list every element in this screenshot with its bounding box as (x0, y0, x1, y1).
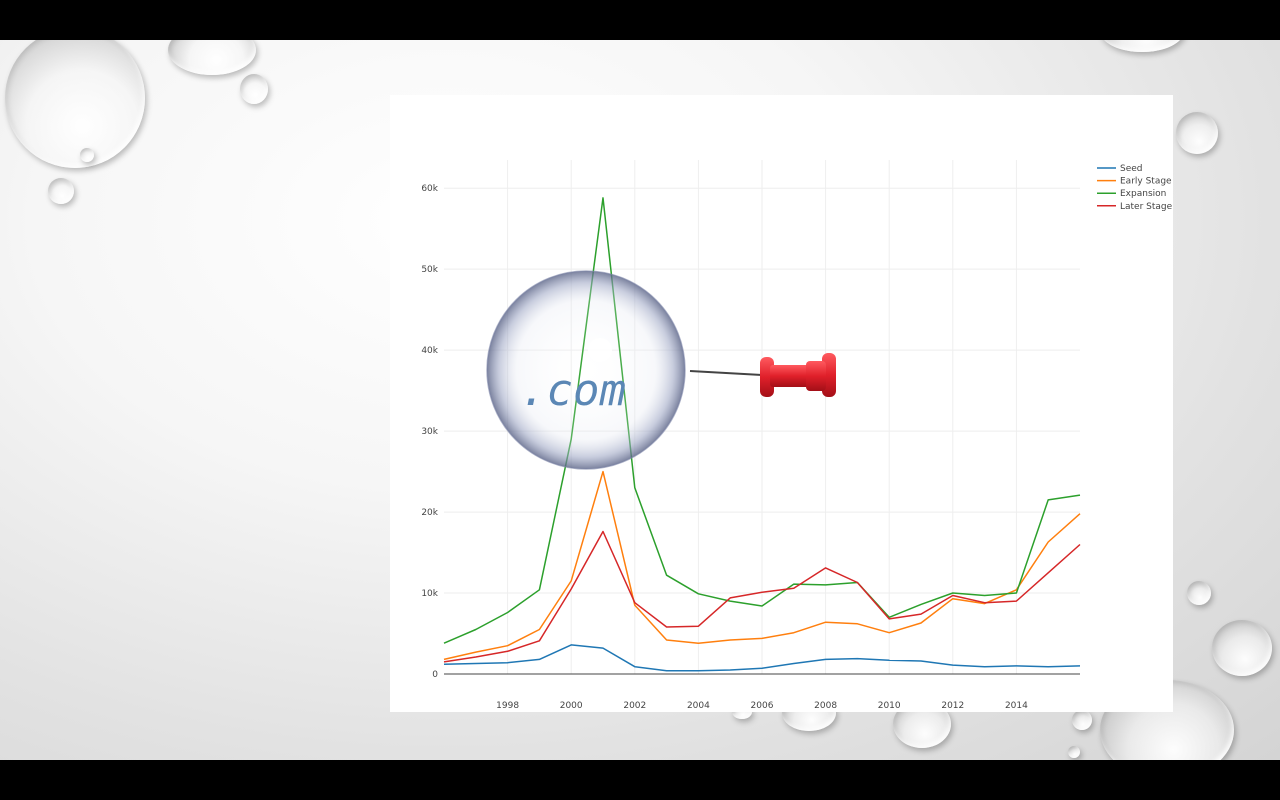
water-drop-decoration (1187, 581, 1211, 605)
dotcom-bubble: .com (486, 270, 686, 470)
water-drop-decoration (168, 40, 256, 75)
water-drop-decoration (80, 148, 94, 162)
legend-label: Later Stage (1120, 202, 1173, 212)
x-tick-label: 2008 (814, 701, 837, 711)
x-tick-label: 2012 (941, 701, 964, 711)
legend: Seed Early Stage Expansion Later Stage (1097, 164, 1173, 212)
water-drop-decoration (5, 40, 145, 168)
x-tick-label: 2006 (751, 701, 774, 711)
axes: 0 10k 20k 30k 40k 50k 60k 1998 2000 2002 2004 2006 2… (421, 184, 1080, 711)
water-drop-decoration (1212, 620, 1272, 676)
water-drop-decoration (240, 74, 268, 104)
y-tick-label: 50k (421, 265, 438, 275)
pin-body (770, 365, 810, 387)
x-tick-label: 2000 (560, 701, 583, 711)
pin-needle (689, 370, 763, 376)
x-tick-label: 2014 (1005, 701, 1028, 711)
legend-label: Early Stage (1120, 177, 1172, 187)
bubble-highlight (588, 338, 612, 362)
push-pin-icon (689, 353, 836, 397)
pin-neck (806, 361, 826, 391)
water-drop-decoration (1176, 112, 1218, 154)
legend-label: Expansion (1120, 189, 1166, 199)
water-drop-decoration (1068, 746, 1080, 758)
x-tick-label: 2010 (878, 701, 901, 711)
y-tick-label: 60k (421, 184, 438, 194)
y-tick-label: 20k (421, 508, 438, 518)
water-drop-decoration (1100, 40, 1184, 52)
y-tick-label: 10k (421, 589, 438, 599)
y-tick-label: 30k (421, 427, 438, 437)
y-tick-label: 0 (432, 670, 438, 680)
dotcom-text: .com (520, 365, 626, 416)
x-tick-label: 1998 (496, 701, 519, 711)
water-drop-decoration (48, 178, 74, 204)
chart-card: 0 10k 20k 30k 40k 50k 60k 1998 2000 2002 2004 2006 2… (390, 95, 1173, 712)
line-chart: 0 10k 20k 30k 40k 50k 60k 1998 2000 2002 2004 2006 2… (421, 160, 1173, 711)
x-tick-label: 2002 (623, 701, 646, 711)
y-tick-label: 40k (421, 346, 438, 356)
legend-label: Seed (1120, 164, 1143, 174)
slide-background: 0 10k 20k 30k 40k 50k 60k 1998 2000 2002 2004 2006 2… (0, 40, 1280, 760)
water-drop-decoration (1072, 710, 1092, 730)
x-tick-label: 2004 (687, 701, 710, 711)
